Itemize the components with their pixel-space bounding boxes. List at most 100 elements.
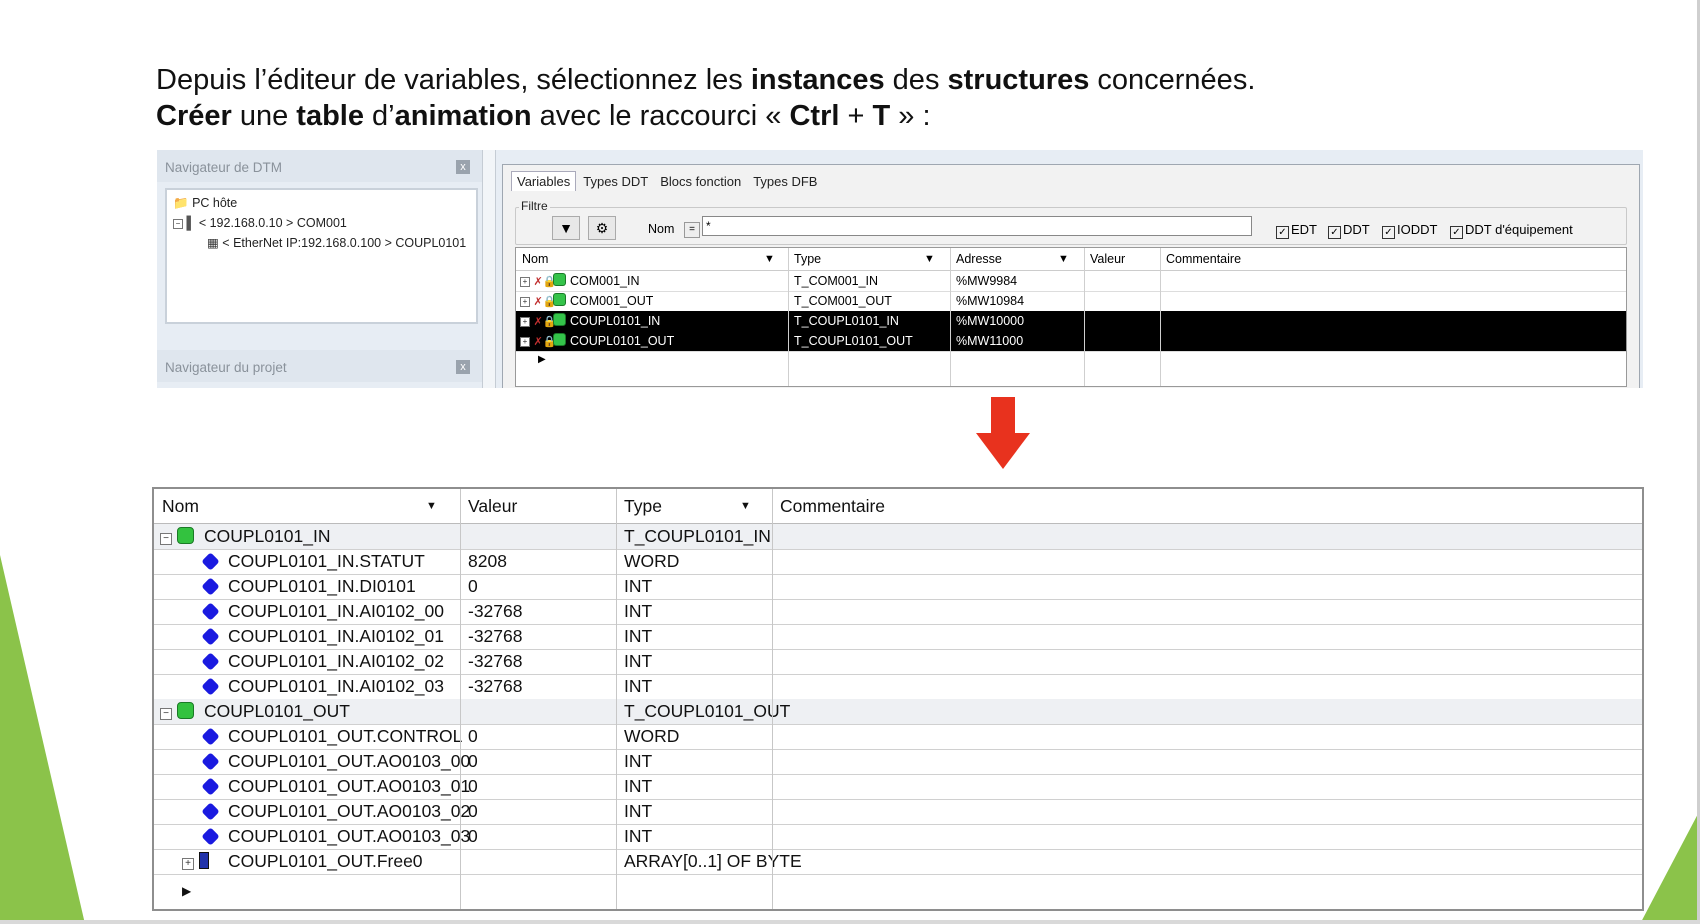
close-icon[interactable]: x <box>456 160 470 174</box>
table-row[interactable]: COUPL0101_IN.AI0102_01 -32768 INT <box>154 624 1642 650</box>
elementary-variable-icon <box>201 577 220 596</box>
table-row[interactable]: COUPL0101_OUT.AO0103_03 0 INT <box>154 824 1642 850</box>
tab-variables[interactable]: Variables <box>511 171 577 191</box>
checkbox-edt[interactable]: ✓ EDT <box>1276 222 1317 239</box>
table-row[interactable]: COUPL0101_IN.AI0102_00 -32768 INT <box>154 599 1642 625</box>
io-lock-icon: ✗🔒 <box>533 316 557 328</box>
cell-name: COUPL0101_OUT <box>570 334 675 348</box>
cell-type: INT <box>624 601 653 621</box>
cell-value[interactable]: 0 <box>468 574 478 599</box>
cell-name: COM001_IN <box>570 274 640 288</box>
row-icons <box>201 599 220 624</box>
cell-value[interactable]: -32768 <box>468 599 523 624</box>
sort-dropdown-icon[interactable]: ▼ <box>924 249 935 269</box>
filter-icon[interactable]: ▼ <box>552 216 580 240</box>
text-run: Depuis l’éditeur de variables, sélection… <box>156 64 751 96</box>
io-lock-icon: ✗🔒 <box>533 296 557 308</box>
checkbox-ddt[interactable]: ✓ DDT <box>1328 222 1370 239</box>
row-icons: + ✗🔒 <box>520 331 567 351</box>
column-header-comment[interactable]: Commentaire <box>1166 249 1241 269</box>
table-row[interactable]: COUPL0101_OUT.AO0103_00 0 INT <box>154 749 1642 775</box>
cell-name: COUPL0101_OUT.AO0103_01 <box>228 776 471 796</box>
expand-icon[interactable]: + <box>520 277 530 287</box>
cell-value[interactable]: 0 <box>468 749 478 774</box>
cell-value[interactable]: 0 <box>468 724 478 749</box>
text-run: structures <box>947 64 1090 96</box>
checkbox-label: EDT <box>1291 222 1317 237</box>
table-row[interactable]: + COUPL0101_OUT.Free0 ARRAY[0..1] OF BYTE <box>154 849 1642 875</box>
column-header-name[interactable]: Nom <box>522 249 548 269</box>
cell-type: WORD <box>624 726 680 746</box>
table-row[interactable]: COUPL0101_IN.AI0102_02 -32768 INT <box>154 649 1642 675</box>
column-header-type[interactable]: Type <box>794 249 821 269</box>
cell-value[interactable]: -32768 <box>468 649 523 674</box>
column-header-name[interactable]: Nom <box>162 494 199 519</box>
row-icons <box>201 674 220 699</box>
text-run: animation <box>394 100 532 132</box>
collapse-icon[interactable]: − <box>160 708 172 720</box>
table-row[interactable]: COUPL0101_IN.STATUT 8208 WORD <box>154 549 1642 575</box>
group-row[interactable]: − COUPL0101_OUT T_COUPL0101_OUT <box>154 699 1642 725</box>
filter-group-label: Filtre <box>519 199 550 213</box>
table-row[interactable]: + ✗🔒 COM001_OUT T_COM001_OUT %MW10984 <box>516 291 1626 312</box>
tab-ddt-types[interactable]: Types DDT <box>578 172 653 191</box>
cell-value[interactable]: 0 <box>468 774 478 799</box>
column-header-type[interactable]: Type <box>624 494 662 519</box>
table-row[interactable]: + ✗🔒 COM001_IN T_COM001_IN %MW9984 <box>516 271 1626 292</box>
column-header-value[interactable]: Valeur <box>1090 249 1125 269</box>
settings-icon[interactable]: ⚙ <box>588 216 616 240</box>
expand-icon[interactable]: + <box>520 317 530 327</box>
table-row[interactable]: COUPL0101_IN.AI0102_03 -32768 INT <box>154 674 1642 700</box>
tab-function-blocks[interactable]: Blocs fonction <box>655 172 746 191</box>
cell-address: %MW11000 <box>956 334 1024 348</box>
close-icon[interactable]: x <box>456 360 470 374</box>
collapse-icon[interactable]: − <box>173 219 183 229</box>
new-row-marker-icon[interactable]: ▶ <box>538 350 546 370</box>
filter-group: ▼ ⚙ Nom = * ✓ EDT ✓ DDT ✓ IODDT ✓ DDT d'équi… <box>515 207 1627 245</box>
row-icons <box>201 799 220 824</box>
sort-dropdown-icon[interactable]: ▼ <box>740 494 751 519</box>
table-row[interactable]: + ✗🔒 COUPL0101_IN T_COUPL0101_IN %MW10000 <box>516 311 1626 332</box>
expand-icon[interactable]: + <box>520 297 530 307</box>
row-icons: + ✗🔒 <box>520 271 567 291</box>
new-row-marker-icon[interactable]: ▶ <box>182 879 191 904</box>
cell-value[interactable]: -32768 <box>468 624 523 649</box>
column-header-address[interactable]: Adresse <box>956 249 1002 269</box>
table-row[interactable]: COUPL0101_OUT.AO0103_02 0 INT <box>154 799 1642 825</box>
table-row[interactable]: + ✗🔒 COUPL0101_OUT T_COUPL0101_OUT %MW11000 <box>516 331 1626 352</box>
text-run: Créer <box>156 100 232 132</box>
expand-icon[interactable]: + <box>520 337 530 347</box>
cell-value[interactable]: -32768 <box>468 674 523 699</box>
filter-name-input[interactable]: * <box>702 216 1252 236</box>
checkbox-ddt-equipment[interactable]: ✓ DDT d'équipement <box>1450 222 1573 239</box>
panel-splitter[interactable] <box>482 150 496 388</box>
elementary-variable-icon <box>201 752 220 771</box>
collapse-icon[interactable]: − <box>160 533 172 545</box>
row-icons <box>201 724 220 749</box>
tree-item-coupl0101[interactable]: ▦ < EtherNet IP:192.168.0.100 > COUPL010… <box>207 234 466 252</box>
sort-dropdown-icon[interactable]: ▼ <box>1058 249 1069 269</box>
cell-value[interactable]: 0 <box>468 799 478 824</box>
structure-icon <box>553 313 567 326</box>
tab-dfb-types[interactable]: Types DFB <box>748 172 822 191</box>
expand-icon[interactable]: + <box>182 858 194 870</box>
table-row[interactable]: COUPL0101_OUT.AO0103_01 0 INT <box>154 774 1642 800</box>
group-row[interactable]: − COUPL0101_IN T_COUPL0101_IN <box>154 524 1642 550</box>
cell-address: %MW10000 <box>956 314 1025 328</box>
cell-type: T_COUPL0101_IN <box>794 314 899 328</box>
cell-value[interactable]: 0 <box>468 824 478 849</box>
tree-item-com001[interactable]: − ▌ < 192.168.0.10 > COM001 <box>173 214 347 232</box>
sort-dropdown-icon[interactable]: ▼ <box>426 494 437 519</box>
cell-value[interactable]: 8208 <box>468 549 507 574</box>
checkbox-ioddt[interactable]: ✓ IODDT <box>1382 222 1437 239</box>
table-row[interactable]: COUPL0101_IN.DI0101 0 INT <box>154 574 1642 600</box>
row-icons <box>201 624 220 649</box>
column-header-value[interactable]: Valeur <box>468 494 517 519</box>
row-icons <box>201 549 220 574</box>
sort-dropdown-icon[interactable]: ▼ <box>764 249 775 269</box>
column-header-comment[interactable]: Commentaire <box>780 494 885 519</box>
table-row[interactable]: COUPL0101_OUT.CONTROL 0 WORD <box>154 724 1642 750</box>
filter-operator-button[interactable]: = <box>684 222 700 238</box>
tree-label: < EtherNet IP:192.168.0.100 > COUPL0101 <box>222 236 467 250</box>
tree-item-pc-host[interactable]: 📁 PC hôte <box>173 194 237 212</box>
